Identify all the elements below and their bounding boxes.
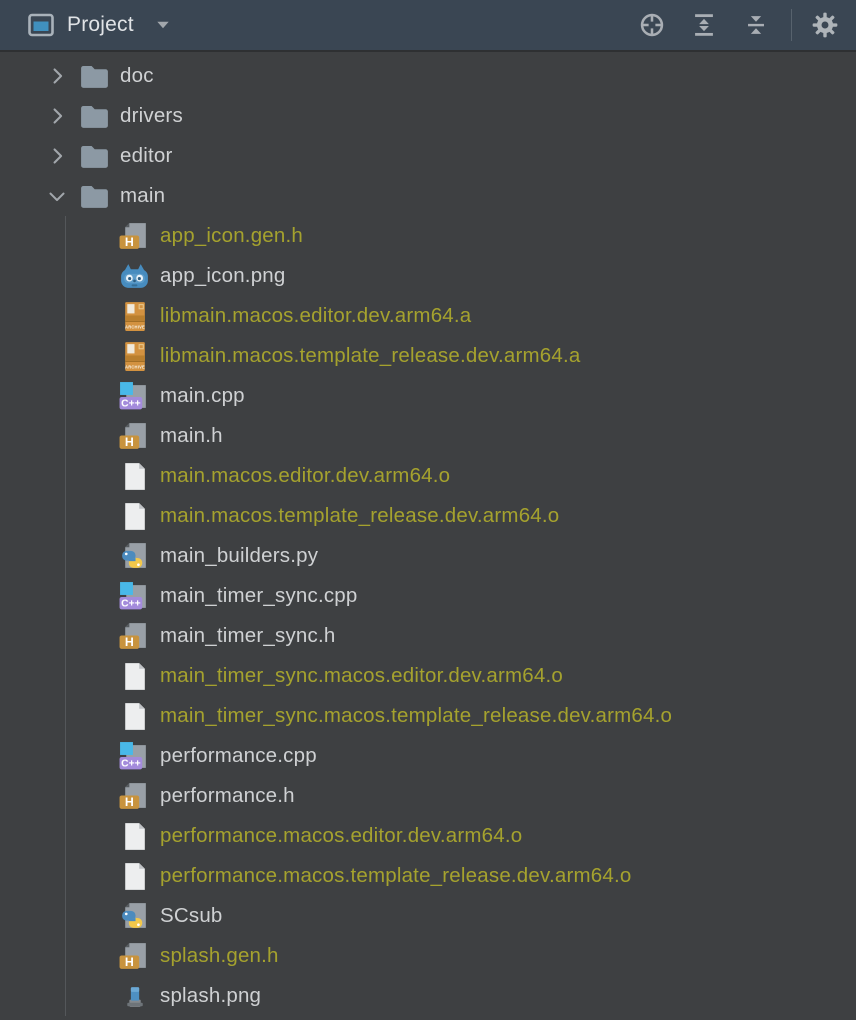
locate-target-button[interactable] <box>633 6 671 44</box>
file-name: main_builders.py <box>160 544 318 568</box>
toolbar-separator <box>791 9 792 41</box>
file-name: splash.gen.h <box>160 944 279 968</box>
tree-row-main-cpp[interactable]: main.cpp <box>0 376 856 416</box>
tree-row-splash-gen-h[interactable]: splash.gen.h <box>0 936 856 976</box>
h-header-file-icon <box>118 940 151 973</box>
file-name: main.h <box>160 424 223 448</box>
expand-all-icon <box>689 10 719 40</box>
tree-row-main-timer-sync-h[interactable]: main_timer_sync.h <box>0 616 856 656</box>
folder-toggle[interactable] <box>42 101 72 131</box>
chevron-right-icon <box>44 103 70 129</box>
plain-file-icon <box>118 460 151 493</box>
folder-toggle[interactable] <box>42 181 72 211</box>
collapse-all-icon <box>741 10 771 40</box>
tree-row-main-h[interactable]: main.h <box>0 416 856 456</box>
tree-row-splash-png[interactable]: splash.png <box>0 976 856 1016</box>
splash-image-file-icon <box>118 980 151 1013</box>
chevron-right-icon <box>44 143 70 169</box>
archive-file-icon <box>118 300 151 333</box>
file-name: main_timer_sync.macos.editor.dev.arm64.o <box>160 664 563 688</box>
file-name: libmain.macos.template_release.dev.arm64… <box>160 344 581 368</box>
tree-row-libmain-macos-editor-dev-arm64-a[interactable]: libmain.macos.editor.dev.arm64.a <box>0 296 856 336</box>
folder-name: main <box>120 184 165 208</box>
h-header-file-icon <box>118 780 151 813</box>
project-toolwindow-icon <box>25 9 57 41</box>
tree-row-main-timer-sync-macos-editor-dev-arm64-o[interactable]: main_timer_sync.macos.editor.dev.arm64.o <box>0 656 856 696</box>
cpp-file-icon <box>118 740 151 773</box>
chevron-down-icon[interactable] <box>150 12 176 38</box>
file-name: app_icon.gen.h <box>160 224 303 248</box>
h-header-file-icon <box>118 420 151 453</box>
tree-row-main-timer-sync-macos-template-release-dev-arm64-o[interactable]: main_timer_sync.macos.template_release.d… <box>0 696 856 736</box>
cpp-file-icon <box>118 580 151 613</box>
toolwindow-toolbar <box>619 6 856 44</box>
tree-row-drivers[interactable]: drivers <box>0 96 856 136</box>
tree-row-libmain-macos-template-release-dev-arm64-a[interactable]: libmain.macos.template_release.dev.arm64… <box>0 336 856 376</box>
godot-image-file-icon <box>118 260 151 293</box>
h-header-file-icon <box>118 620 151 653</box>
tree-row-main-builders-py[interactable]: main_builders.py <box>0 536 856 576</box>
file-name: splash.png <box>160 984 261 1008</box>
chevron-down-icon <box>44 183 70 209</box>
expand-all-button[interactable] <box>685 6 723 44</box>
tree-row-performance-macos-template-release-dev-arm64-o[interactable]: performance.macos.template_release.dev.a… <box>0 856 856 896</box>
gear-icon <box>810 10 840 40</box>
tree-row-main[interactable]: main <box>0 176 856 216</box>
tree-row-main-macos-template-release-dev-arm64-o[interactable]: main.macos.template_release.dev.arm64.o <box>0 496 856 536</box>
tree-row-main-macos-editor-dev-arm64-o[interactable]: main.macos.editor.dev.arm64.o <box>0 456 856 496</box>
plain-file-icon <box>118 860 151 893</box>
folder-name: doc <box>120 64 154 88</box>
file-name: main_timer_sync.h <box>160 624 335 648</box>
file-name: libmain.macos.editor.dev.arm64.a <box>160 304 471 328</box>
plain-file-icon <box>118 660 151 693</box>
project-tree[interactable]: doc drivers editor main app_icon.gen.h a… <box>0 52 856 1018</box>
file-name: main_timer_sync.cpp <box>160 584 358 608</box>
locate-target-icon <box>637 10 667 40</box>
folder-toggle[interactable] <box>42 61 72 91</box>
gear-button[interactable] <box>806 6 844 44</box>
file-name: performance.macos.template_release.dev.a… <box>160 864 631 888</box>
tree-row-app-icon-gen-h[interactable]: app_icon.gen.h <box>0 216 856 256</box>
tree-row-main-timer-sync-cpp[interactable]: main_timer_sync.cpp <box>0 576 856 616</box>
tree-row-editor[interactable]: editor <box>0 136 856 176</box>
archive-file-icon <box>118 340 151 373</box>
folder-toggle[interactable] <box>42 141 72 171</box>
file-name: main_timer_sync.macos.template_release.d… <box>160 704 672 728</box>
plain-file-icon <box>118 820 151 853</box>
tree-row-scsub[interactable]: SCsub <box>0 896 856 936</box>
file-name: performance.h <box>160 784 295 808</box>
indent-guide-line <box>65 216 66 1016</box>
file-name: main.cpp <box>160 384 245 408</box>
tree-row-performance-cpp[interactable]: performance.cpp <box>0 736 856 776</box>
tree-row-performance-h[interactable]: performance.h <box>0 776 856 816</box>
folder-name: editor <box>120 144 172 168</box>
h-header-file-icon <box>118 220 151 253</box>
chevron-right-icon <box>44 63 70 89</box>
folder-icon <box>78 180 111 213</box>
file-name: performance.macos.editor.dev.arm64.o <box>160 824 522 848</box>
cpp-file-icon <box>118 380 151 413</box>
python-file-icon <box>118 900 151 933</box>
folder-icon <box>78 60 111 93</box>
file-name: main.macos.template_release.dev.arm64.o <box>160 504 559 528</box>
collapse-all-button[interactable] <box>737 6 775 44</box>
file-name: SCsub <box>160 904 223 928</box>
tree-rows: doc drivers editor main app_icon.gen.h a… <box>0 56 856 1016</box>
toolwindow-title[interactable]: Project <box>67 13 134 37</box>
folder-icon <box>78 140 111 173</box>
tree-row-app-icon-png[interactable]: app_icon.png <box>0 256 856 296</box>
tree-row-doc[interactable]: doc <box>0 56 856 96</box>
folder-icon <box>78 100 111 133</box>
tree-row-performance-macos-editor-dev-arm64-o[interactable]: performance.macos.editor.dev.arm64.o <box>0 816 856 856</box>
plain-file-icon <box>118 500 151 533</box>
plain-file-icon <box>118 700 151 733</box>
file-name: main.macos.editor.dev.arm64.o <box>160 464 450 488</box>
folder-name: drivers <box>120 104 183 128</box>
file-name: performance.cpp <box>160 744 317 768</box>
file-name: app_icon.png <box>160 264 286 288</box>
project-toolwindow-header: Project <box>0 0 856 52</box>
python-file-icon <box>118 540 151 573</box>
